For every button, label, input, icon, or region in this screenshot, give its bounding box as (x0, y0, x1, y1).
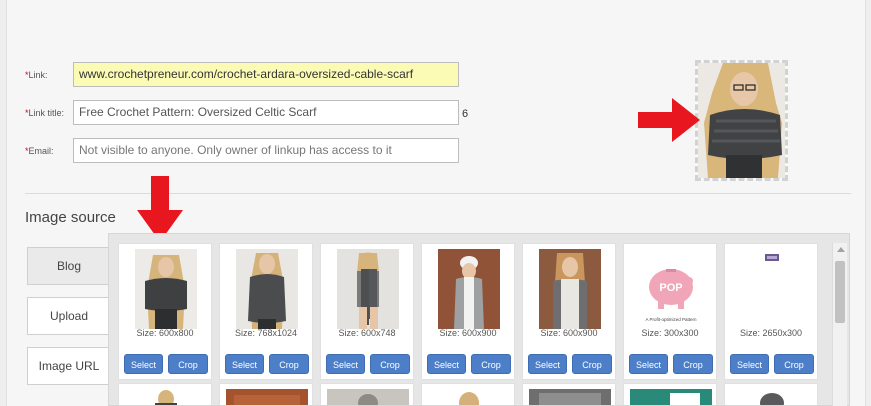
link-label: *Link: (25, 70, 48, 80)
image-card (320, 383, 414, 406)
image-thumbnail[interactable] (135, 249, 197, 329)
crop-button[interactable]: Crop (168, 354, 208, 374)
crop-button[interactable]: Crop (673, 354, 713, 374)
image-card: Size: 768x1024 Select Crop (219, 243, 313, 380)
image-thumbnail[interactable] (438, 249, 500, 329)
crop-button[interactable]: Crop (774, 354, 814, 374)
tab-image-url[interactable]: Image URL (27, 347, 110, 385)
image-thumbnail[interactable] (539, 249, 601, 329)
selected-image-preview[interactable] (695, 60, 788, 181)
image-card: Size: 2650x300 Select Crop (724, 243, 818, 380)
preview-photo (698, 63, 785, 178)
image-thumbnail[interactable] (529, 389, 611, 406)
email-input[interactable]: Not visible to anyone. Only owner of lin… (73, 138, 459, 163)
image-thumbnail[interactable] (327, 389, 409, 406)
pop-logo-caption: A Profit-optimized Pattern (645, 317, 697, 322)
select-button[interactable]: Select (225, 354, 264, 374)
select-button[interactable]: Select (427, 354, 466, 374)
image-size-label: Size: 300x300 (641, 328, 699, 338)
image-size-label: Size: 600x900 (540, 328, 598, 338)
image-card (522, 383, 616, 406)
link-title-label: *Link title: (25, 108, 65, 118)
scroll-thumb[interactable] (835, 261, 845, 323)
image-thumbnail[interactable] (630, 389, 712, 406)
image-card (118, 383, 212, 406)
red-arrow-right-icon (638, 98, 700, 142)
linkup-form-panel: *Link: www.crochetpreneur.com/crochet-ar… (6, 0, 866, 406)
image-card: Size: 600x900 Select Crop (522, 243, 616, 380)
select-button[interactable]: Select (730, 354, 769, 374)
tab-blog[interactable]: Blog (27, 247, 110, 285)
image-grid-scrollbar[interactable] (832, 243, 847, 406)
image-card (219, 383, 313, 406)
image-thumbnail[interactable] (226, 389, 308, 406)
image-thumbnail[interactable] (236, 249, 298, 329)
image-source-title: Image source (25, 209, 116, 226)
banner-thumbnail[interactable] (741, 249, 803, 329)
image-card: Size: 600x900 Select Crop (421, 243, 515, 380)
image-thumbnail[interactable] (125, 389, 207, 406)
image-size-label: Size: 600x748 (338, 328, 396, 338)
tab-upload[interactable]: Upload (27, 297, 110, 335)
image-card (724, 383, 818, 406)
link-input[interactable]: www.crochetpreneur.com/crochet-ardara-ov… (73, 62, 459, 87)
image-size-label: Size: 600x800 (136, 328, 194, 338)
crop-button[interactable]: Crop (572, 354, 612, 374)
scroll-up-arrow-icon[interactable] (837, 247, 845, 252)
link-title-input[interactable]: Free Crochet Pattern: Oversized Celtic S… (73, 100, 459, 125)
crop-button[interactable]: Crop (269, 354, 309, 374)
select-button[interactable]: Select (528, 354, 567, 374)
image-card: POP A Profit-optimized Pattern Size: 300… (623, 243, 717, 380)
pop-logo-text: POP (659, 282, 682, 294)
image-size-label: Size: 768x1024 (234, 328, 298, 338)
image-thumbnail[interactable] (337, 249, 399, 329)
image-card: Size: 600x748 Select Crop (320, 243, 414, 380)
image-grid: Size: 600x800 Select Crop Size: 768x1024… (108, 233, 850, 406)
image-size-label: Size: 2650x300 (739, 328, 803, 338)
select-button[interactable]: Select (124, 354, 163, 374)
image-card (421, 383, 515, 406)
select-button[interactable]: Select (326, 354, 365, 374)
image-card (623, 383, 717, 406)
email-label: *Email: (25, 146, 54, 156)
image-card: Size: 600x800 Select Crop (118, 243, 212, 380)
image-thumbnail[interactable] (731, 389, 813, 406)
link-title-char-counter: 6 (462, 108, 469, 120)
pop-logo-thumbnail[interactable]: POP A Profit-optimized Pattern (640, 249, 702, 329)
crop-button[interactable]: Crop (370, 354, 410, 374)
select-button[interactable]: Select (629, 354, 668, 374)
image-size-label: Size: 600x900 (439, 328, 497, 338)
image-thumbnail[interactable] (428, 389, 510, 406)
crop-button[interactable]: Crop (471, 354, 511, 374)
